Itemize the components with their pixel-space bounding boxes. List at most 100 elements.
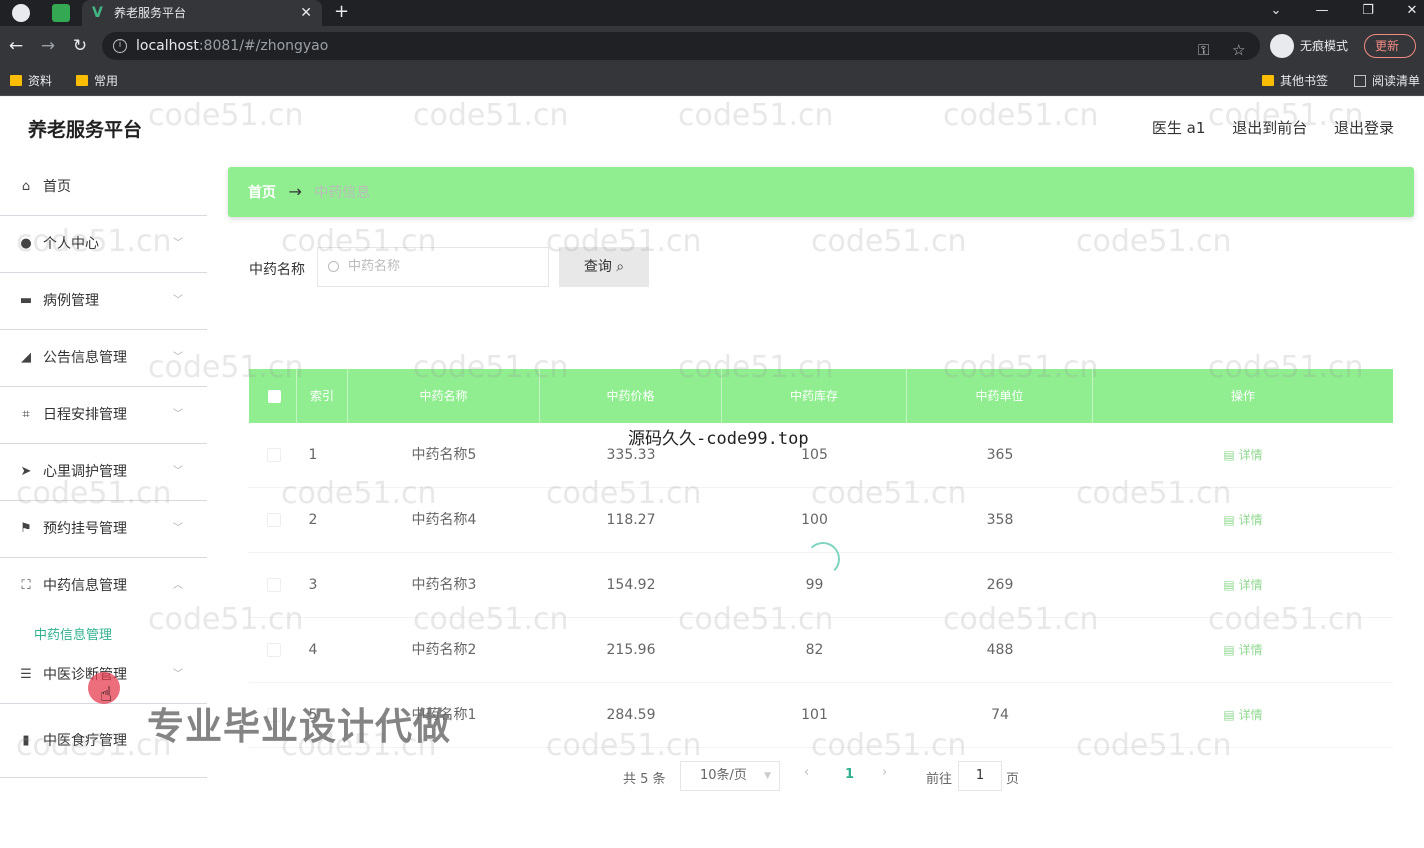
search-input[interactable]: 中药名称 <box>317 247 549 287</box>
folder-icon <box>76 75 88 86</box>
search-button[interactable]: 查询 ⌕ <box>559 247 649 287</box>
folder-icon <box>10 75 22 86</box>
column-header[interactable]: 中药价格 <box>540 369 722 423</box>
cell-action: ▤ 详情 <box>1093 553 1393 618</box>
bookmark-folder[interactable]: 常用 <box>76 71 118 91</box>
search-icon <box>328 261 339 272</box>
current-user: 医生 a1 <box>1151 119 1206 137</box>
forward-icon[interactable]: → <box>38 36 58 56</box>
sidebar-item-cases[interactable]: ▬ 病例管理 ﹀ <box>0 273 207 330</box>
chevron-down-icon: ﹀ <box>173 523 183 534</box>
chevron-down-icon: ﹀ <box>173 669 183 680</box>
browser-profile-icon[interactable] <box>12 4 30 22</box>
next-page-icon[interactable]: › <box>882 765 887 780</box>
crop-icon: ⌗ <box>22 407 30 422</box>
tab-close-icon[interactable]: ✕ <box>300 0 312 26</box>
breadcrumb-home[interactable]: 首页 <box>248 185 276 201</box>
key-icon[interactable]: ⚿ <box>1198 36 1209 64</box>
sidebar-item-home[interactable]: ⌂ 首页 <box>0 159 207 216</box>
detail-button[interactable]: ▤ 详情 <box>1223 578 1262 592</box>
url-input[interactable]: i localhost:8081/#/zhongyao ⚿ ☆ <box>102 32 1260 60</box>
top-nav: 医生 a1 退出到前台 退出登录 <box>1130 117 1394 138</box>
row-checkbox[interactable] <box>267 448 281 462</box>
tab-search-icon[interactable]: ⌄ <box>1266 0 1286 22</box>
restore-icon[interactable]: ❐ <box>1358 0 1378 22</box>
send-icon: ➤ <box>20 464 32 479</box>
cell-price: 215.96 <box>606 642 656 658</box>
overlay-source-text: 源码久久-code99.top <box>628 429 809 449</box>
user-icon: ● <box>20 236 32 251</box>
sidebar-item-announcements[interactable]: ◢ 公告信息管理 ﹀ <box>0 330 207 387</box>
folder-icon: ▬ <box>19 293 33 308</box>
chevron-down-icon: ﹀ <box>173 295 183 306</box>
sidebar-item-label: 预约挂号管理 <box>43 521 127 537</box>
bookmark-label: 其他书签 <box>1280 74 1329 88</box>
sidebar-item-psych-care[interactable]: ➤ 心里调护管理 ﹀ <box>0 444 207 501</box>
window-close-icon[interactable]: ✕ <box>1402 0 1422 22</box>
row-checkbox[interactable] <box>267 578 281 592</box>
row-checkbox[interactable] <box>267 643 281 657</box>
sidebar-item-schedule[interactable]: ⌗ 日程安排管理 ﹀ <box>0 387 207 444</box>
cell-price: 284.59 <box>606 707 656 723</box>
other-bookmarks[interactable]: 其他书签 <box>1262 71 1328 91</box>
chevron-down-icon: ﹀ <box>173 466 183 477</box>
table-row: 1 中药名称5 335.33 105 365 ▤ 详情 <box>249 423 1393 488</box>
sidebar-item-label: 日程安排管理 <box>43 407 127 423</box>
star-icon[interactable]: ☆ <box>1232 36 1245 64</box>
detail-button[interactable]: ▤ 详情 <box>1223 708 1262 722</box>
page-number-current[interactable]: 1 <box>845 767 854 782</box>
page-size-select[interactable]: 10条/页 ▼ <box>680 761 780 791</box>
cell-name: 中药名称4 <box>411 512 477 528</box>
detail-button[interactable]: ▤ 详情 <box>1223 643 1262 657</box>
cell-unit: 365 <box>986 447 1014 463</box>
cell-stock: 101 <box>801 707 828 723</box>
sidebar-item-label: 病例管理 <box>43 293 99 309</box>
chevron-down-icon: ▼ <box>764 771 771 781</box>
select-all-checkbox[interactable] <box>268 390 281 403</box>
announcement-icon: ◢ <box>21 350 31 365</box>
site-info-icon[interactable]: i <box>113 39 127 53</box>
cell-index: 2 <box>308 512 318 528</box>
browser-tab-active[interactable]: V 养老服务平台 ✕ <box>82 0 322 26</box>
page-size-value: 10条/页 <box>700 768 747 783</box>
row-checkbox[interactable] <box>267 513 281 527</box>
sidebar-item-herbs[interactable]: ⛶ 中药信息管理 ︿ <box>0 558 207 615</box>
prev-page-icon[interactable]: ‹ <box>804 765 809 780</box>
reload-icon[interactable]: ↻ <box>70 36 90 56</box>
minimize-icon[interactable]: — <box>1312 0 1332 22</box>
detail-button[interactable]: ▤ 详情 <box>1223 513 1262 527</box>
column-header[interactable]: 中药名称 <box>348 369 540 423</box>
logout-link[interactable]: 退出登录 <box>1334 119 1394 137</box>
update-button[interactable]: 更新 <box>1364 34 1416 58</box>
new-tab-icon[interactable]: + <box>334 0 349 24</box>
submenu-item-herb-info[interactable]: 中药信息管理 <box>0 615 207 647</box>
home-icon: ⌂ <box>21 179 31 194</box>
column-header[interactable]: 中药单位 <box>907 369 1093 423</box>
tab-title: 养老服务平台 <box>114 6 187 20</box>
pagination: 共 5 条 10条/页 ▼ ‹ 1 › 前往 1 页 <box>228 761 1414 791</box>
sidebar-item-label: 公告信息管理 <box>43 350 127 366</box>
sidebar-item-label: 首页 <box>43 179 71 195</box>
bookmark-folder[interactable]: 资料 <box>10 71 52 91</box>
flag-icon: ⚑ <box>20 521 32 536</box>
detail-button[interactable]: ▤ 详情 <box>1223 448 1262 462</box>
incognito-indicator[interactable]: 无痕模式 <box>1270 34 1348 58</box>
sidebar-item-profile[interactable]: ● 个人中心 ﹀ <box>0 216 207 273</box>
url-path: :8081/#/zhongyao <box>198 38 329 54</box>
breadcrumb-current: 中药信息 <box>314 185 371 201</box>
bookmarks-bar: 资料 常用 其他书签 阅读清单 <box>0 66 1424 96</box>
column-header[interactable]: 中药库存 <box>722 369 907 423</box>
sidebar-item-appointments[interactable]: ⚑ 预约挂号管理 ﹀ <box>0 501 207 558</box>
chevron-down-icon: ﹀ <box>173 409 183 420</box>
url-host: localhost <box>136 38 199 54</box>
header-select-all[interactable] <box>249 369 297 423</box>
to-front-link[interactable]: 退出到前台 <box>1232 119 1307 137</box>
goto-page-input[interactable]: 1 <box>958 761 1002 791</box>
sidebar-item-label: 个人中心 <box>43 236 99 252</box>
reading-list[interactable]: 阅读清单 <box>1354 71 1420 91</box>
brand-title: 养老服务平台 <box>28 119 143 141</box>
loading-spinner-icon <box>806 542 840 576</box>
back-icon[interactable]: ← <box>6 36 26 56</box>
sheets-tab-icon[interactable] <box>52 4 70 22</box>
breadcrumb-arrow-icon: → <box>288 182 302 201</box>
